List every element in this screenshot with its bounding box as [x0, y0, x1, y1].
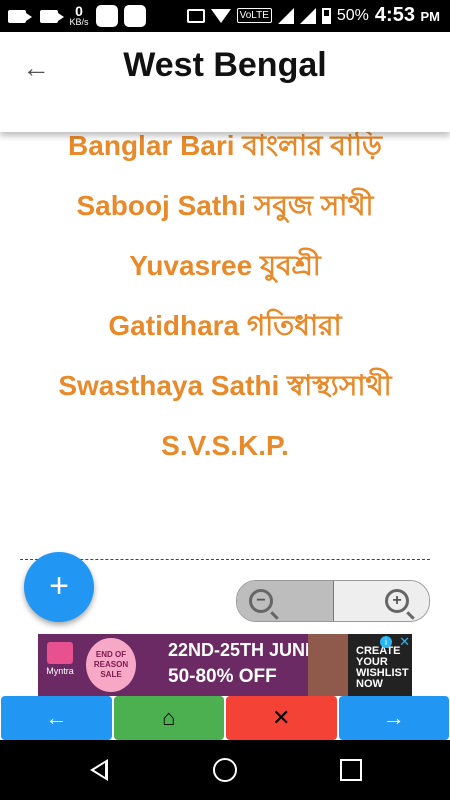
scheme-svskp[interactable]: S.V.S.K.P. [0, 416, 450, 476]
page-title: West Bengal [123, 46, 327, 84]
next-button[interactable]: → [338, 696, 449, 740]
battery-icon [321, 7, 331, 24]
zoom-in-button[interactable]: + [333, 581, 429, 621]
status-left: 0 KB/s [8, 3, 146, 27]
ad-sale-badge: END OF REASON SALE [86, 638, 136, 692]
myntra-logo-icon [47, 642, 73, 664]
nav-recents-icon[interactable] [340, 759, 362, 781]
zoom-out-button[interactable]: − [237, 581, 334, 621]
clock: 4:53 PM [374, 4, 440, 26]
nav-back-icon[interactable] [90, 759, 108, 781]
cast-icon [186, 8, 205, 23]
scheme-sabooj-sathi[interactable]: Sabooj Sathi সবুজ সাথী [0, 176, 450, 236]
nav-home-icon[interactable] [213, 758, 237, 782]
notification-icon [124, 5, 146, 27]
ad-close-icon[interactable]: ✕ [399, 634, 410, 650]
notification-icon [96, 5, 118, 27]
network-speed: 0 KB/s [69, 3, 89, 27]
home-button[interactable]: ⌂ [113, 696, 224, 740]
scheme-swasthaya-sathi[interactable]: Swasthaya Sathi স্বাস্থ্যসাথী [0, 356, 450, 416]
app-bar: ← West Bengal [0, 32, 450, 132]
status-bar: 0 KB/s VoLTE 50% 4:53 PM [0, 0, 450, 32]
close-button[interactable]: ✕ [226, 696, 337, 740]
previous-button[interactable]: ← [1, 696, 112, 740]
ad-brand: Myntra [38, 634, 82, 696]
add-button[interactable]: + [24, 552, 94, 622]
signal-icon [299, 7, 316, 24]
ad-banner[interactable]: Myntra END OF REASON SALE 22ND-25TH JUNE… [38, 634, 412, 696]
scheme-list: Banglar Bari বাংলার বাড়ি Sabooj Sathi স… [0, 116, 450, 556]
volte-badge: VoLTE [236, 8, 272, 23]
battery-percent: 50% [336, 6, 369, 24]
video-camera-icon [8, 9, 32, 23]
bottom-actions: ← ⌂ ✕ → [0, 696, 450, 740]
scheme-yuvasree[interactable]: Yuvasree যুবশ্রী [0, 236, 450, 296]
ad-info-icon[interactable]: i [380, 636, 392, 648]
system-nav-bar [0, 740, 450, 800]
ad-dates: 22ND-25TH JUNE [168, 640, 318, 660]
status-right: VoLTE 50% 4:53 PM [186, 4, 440, 27]
scheme-gatidhara[interactable]: Gatidhara গতিধারা [0, 296, 450, 356]
ad-offer: 50-80% OFF [168, 666, 277, 687]
zoom-control: − + [236, 580, 430, 622]
signal-icon [277, 7, 294, 24]
zoom-in-icon: + [385, 589, 409, 613]
wifi-icon [210, 8, 231, 23]
video-camera-icon [40, 9, 64, 23]
zoom-out-icon: − [249, 589, 273, 613]
